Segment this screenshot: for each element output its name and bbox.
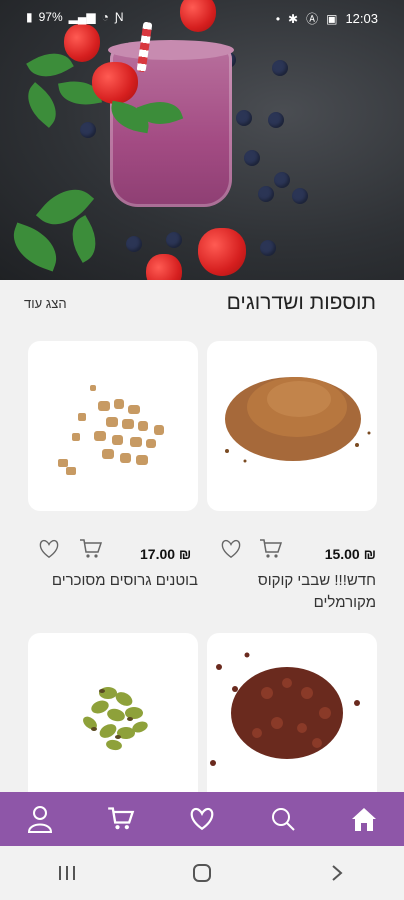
home-icon bbox=[351, 808, 376, 831]
system-navigation bbox=[0, 846, 404, 900]
product-name[interactable]: חדש!!! שבבי קוקוס מקורמלים bbox=[206, 570, 376, 614]
blueberry bbox=[236, 110, 252, 126]
cart-icon[interactable] bbox=[78, 536, 104, 562]
bottom-navigation bbox=[0, 792, 404, 846]
status-left: ▮ 97% ▂▄▆ ◔ Ɲ bbox=[26, 10, 124, 24]
cart-icon[interactable] bbox=[258, 536, 284, 562]
smoothie-top bbox=[108, 40, 234, 60]
status-right: • ✱ Ⓐ ▣ 12:03 bbox=[276, 10, 378, 27]
recents-button[interactable] bbox=[37, 853, 97, 893]
signal-icon: ▂▄▆ bbox=[68, 10, 96, 24]
nfc-icon: Ɲ bbox=[114, 10, 124, 24]
search-icon bbox=[271, 808, 295, 831]
clock: 12:03 bbox=[345, 11, 378, 26]
strawberry bbox=[146, 254, 182, 280]
nav-cart[interactable] bbox=[96, 792, 146, 846]
section-header: תוספות ושדרוגים הצג עוד bbox=[0, 288, 404, 322]
image-icon: ▣ bbox=[326, 11, 338, 26]
a-icon: Ⓐ bbox=[306, 12, 319, 26]
heart-icon bbox=[190, 807, 214, 831]
coconut-chips-image bbox=[225, 377, 371, 463]
heart-icon[interactable] bbox=[36, 536, 62, 562]
back-button[interactable] bbox=[307, 853, 367, 893]
blueberry bbox=[126, 236, 142, 252]
show-more-link[interactable]: הצג עוד bbox=[24, 296, 67, 311]
product-image-card[interactable] bbox=[207, 633, 377, 792]
pistachio-image bbox=[83, 687, 148, 751]
nav-profile[interactable] bbox=[15, 792, 65, 846]
blueberry bbox=[244, 150, 260, 166]
product-image-card[interactable] bbox=[28, 633, 198, 792]
product-name[interactable]: בוטנים גרוסים מסוכרים bbox=[28, 570, 198, 592]
blueberry bbox=[166, 232, 182, 248]
nav-search[interactable] bbox=[258, 792, 308, 846]
blueberry bbox=[274, 172, 290, 188]
settings-icon: ✱ bbox=[288, 11, 299, 26]
heart-icon[interactable] bbox=[218, 536, 244, 562]
user-icon bbox=[28, 806, 53, 833]
cart-icon bbox=[108, 807, 135, 830]
strawberry bbox=[198, 228, 246, 276]
strawberry-garnish bbox=[92, 62, 138, 104]
blueberry bbox=[292, 188, 308, 204]
dot-icon: • bbox=[275, 11, 281, 26]
mint-leaf bbox=[5, 222, 65, 272]
recents-icon bbox=[59, 866, 76, 880]
product-image-card[interactable] bbox=[28, 341, 198, 511]
status-bar: ▮ 97% ▂▄▆ ◔ Ɲ • ✱ Ⓐ ▣ 12:03 bbox=[0, 0, 404, 34]
nav-favorites[interactable] bbox=[177, 792, 227, 846]
section-title: תוספות ושדרוגים bbox=[226, 291, 376, 314]
battery-icon: ▮ bbox=[26, 10, 33, 24]
blueberry bbox=[268, 112, 284, 128]
blueberry bbox=[80, 122, 96, 138]
blueberry bbox=[272, 60, 288, 76]
nav-home[interactable] bbox=[339, 792, 389, 846]
home-circle-icon bbox=[192, 864, 211, 882]
product-price: ₪ 17.00 bbox=[140, 546, 192, 562]
blueberry bbox=[260, 240, 276, 256]
product-price: ₪ 15.00 bbox=[324, 546, 376, 562]
battery-percent: 97% bbox=[38, 10, 63, 24]
dried-berries-image bbox=[210, 652, 360, 766]
back-chevron-icon bbox=[331, 865, 343, 881]
product-image-card[interactable] bbox=[207, 341, 377, 511]
blueberry bbox=[258, 186, 274, 202]
wifi-icon: ◔ bbox=[101, 10, 109, 24]
home-button[interactable] bbox=[172, 853, 232, 893]
mint-leaf bbox=[62, 215, 106, 263]
hero-banner bbox=[0, 0, 404, 280]
peanuts-image bbox=[58, 385, 164, 475]
